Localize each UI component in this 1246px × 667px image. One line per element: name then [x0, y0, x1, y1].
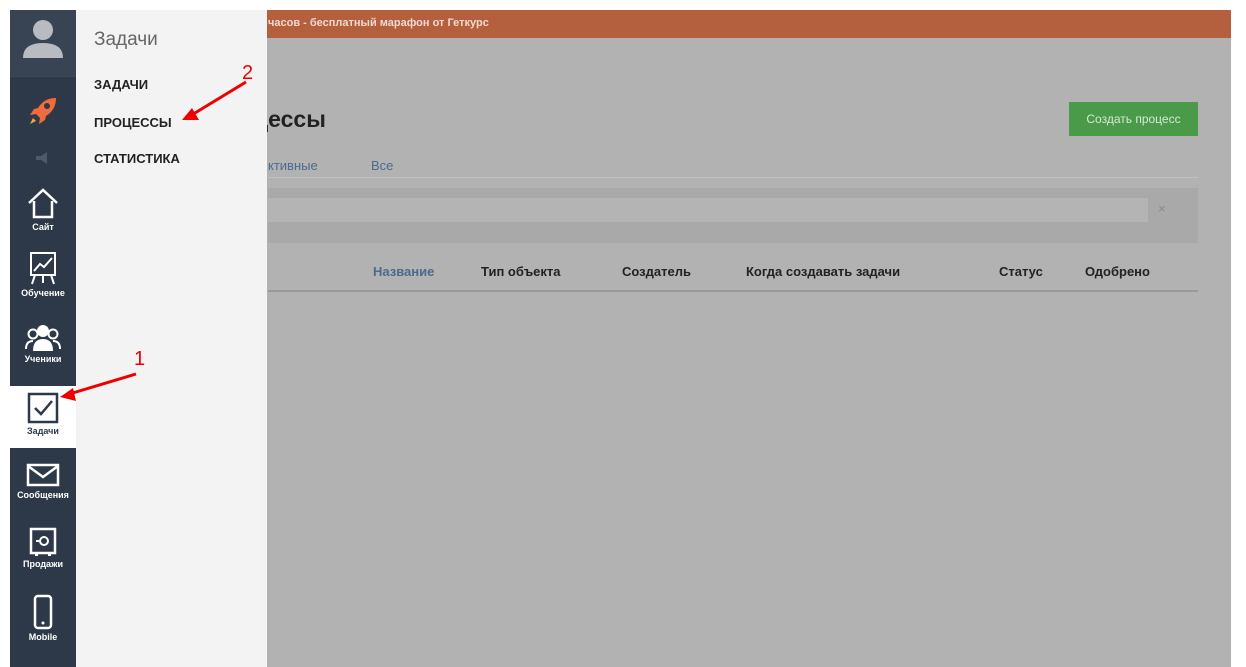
arrow-to-processes — [182, 80, 247, 120]
annotation-number-2: 2 — [242, 62, 254, 84]
annotation-arrows — [60, 80, 247, 401]
screen-frame: часов - бесплатный марафон от Геткурс це… — [10, 10, 1231, 667]
arrow-to-tasks — [60, 372, 137, 401]
annotation-number-1: 1 — [134, 348, 146, 370]
